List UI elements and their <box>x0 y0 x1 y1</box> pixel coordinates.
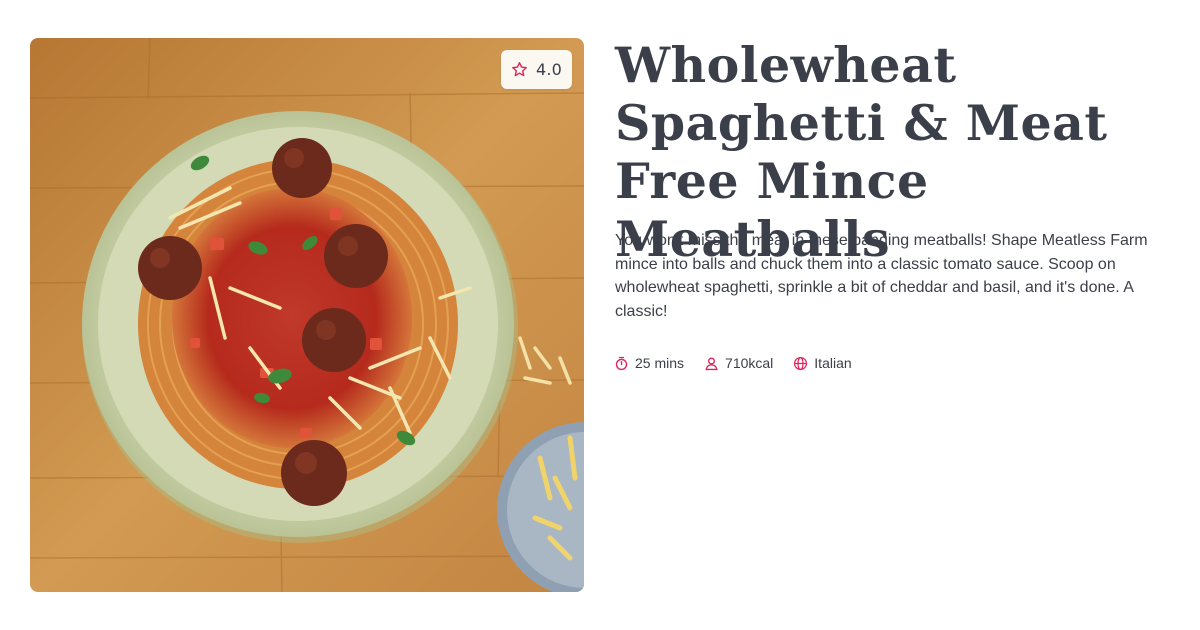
meta-cuisine: Italian <box>793 355 852 371</box>
star-icon <box>511 61 528 78</box>
recipe-description: You won't miss the meat in these banging… <box>615 232 1148 320</box>
recipe-meta: 25 mins 710kcal Italian <box>614 355 852 371</box>
recipe-card: 4.0 Wholewheat Spaghetti & Meat Free Min… <box>0 0 1200 630</box>
recipe-photo[interactable] <box>30 38 584 592</box>
rating-value: 4.0 <box>535 60 563 79</box>
meta-time-value: 25 mins <box>635 355 685 371</box>
meta-cuisine-value: Italian <box>814 355 852 371</box>
meta-calories-value: 710kcal <box>725 355 774 371</box>
rating-badge[interactable]: 4.0 <box>501 50 572 89</box>
meta-time: 25 mins <box>614 355 684 371</box>
globe-icon <box>793 356 808 371</box>
meta-calories: 710kcal <box>704 355 773 371</box>
person-icon <box>704 356 719 371</box>
stopwatch-icon <box>614 356 629 371</box>
